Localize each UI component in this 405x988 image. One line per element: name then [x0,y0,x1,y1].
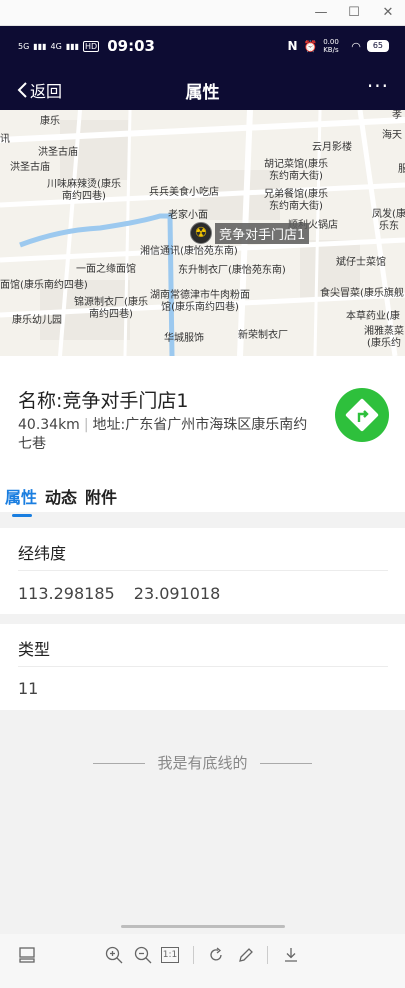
map-label: 斌仔士菜馆 [336,257,386,268]
actual-size-button[interactable]: 1:1 [161,947,179,963]
tab-properties[interactable]: 属性 [5,484,37,508]
clock: 09:03 [107,37,155,55]
map-label: 东升制衣厂(康怡苑东南) [178,265,286,276]
divider [193,946,194,964]
directions-icon [345,398,379,432]
tab-attachments[interactable]: 附件 [85,484,117,508]
download-icon[interactable] [280,944,302,966]
divider: | [83,417,89,433]
property-value: 11 [18,679,39,698]
navigate-button[interactable] [335,388,389,442]
horizontal-scrollbar[interactable] [121,925,285,928]
signal-4g-label: 4G [50,41,62,51]
pin-label[interactable]: 竞争对手门店1 [215,223,310,244]
map-label: 湘信通讯(康怡苑东南) [140,246,238,257]
window-title-bar: — ☐ ✕ [0,0,405,26]
divider [267,946,268,964]
property-title: 类型 [18,640,51,659]
map-label: 兄弟餐馆(康乐东约南大街) [264,189,328,212]
map-label: 云月影楼 [312,142,352,153]
layout-icon[interactable] [16,944,38,966]
property-value: 113.298185 23.091018 [18,584,221,603]
viewer-toolbar: 1:1 [0,934,405,988]
property-coordinates: 经纬度 113.298185 23.091018 [0,528,405,614]
end-of-list-text: 我是有底线的 [0,752,405,773]
signal-bars-icon: ▮▮▮ [65,41,80,51]
signal-5g-label: 5G [18,41,30,51]
chevron-left-icon [17,82,27,98]
poi-name: 名称:竞争对手门店1 [18,390,189,412]
close-icon[interactable]: ✕ [377,4,399,22]
back-label: 返回 [30,82,63,101]
map-label: 锦源制衣厂(康乐南约四巷) [74,297,148,320]
map-label: 海天 [382,130,402,141]
zoom-out-icon[interactable] [132,944,154,966]
nfc-icon: N [287,39,298,53]
divider [18,666,388,667]
poi-info-card: 名称:竞争对手门店1 40.34km | 地址:广东省广州市海珠区康乐南约七巷 属性… [0,356,405,517]
tab-activity[interactable]: 动态 [45,484,77,508]
poi-meta: 40.34km | 地址:广东省广州市海珠区康乐南约七巷 [18,416,318,454]
map-label: 面馆(康乐南约四巷) [0,280,88,291]
navigation-bar: 返回 属性 ··· [0,68,405,110]
map-label: 胡记菜馆(康乐东约南大街) [264,159,328,182]
battery-indicator: 65 [366,40,389,52]
divider [18,570,388,571]
property-title: 经纬度 [18,544,67,563]
wifi-icon: ◠ [351,39,361,53]
map-view[interactable]: 康乐 洪圣古庙 洪圣古庙 云月影楼 胡记菜馆(康乐东约南大街) 川味麻辣烫(康乐… [0,110,405,356]
map-label: 凤发(康乐东 [372,209,405,232]
map-label: 湖南常德津市牛肉粉面馆(康乐南约四巷) [150,290,250,313]
network-speed: 0.00 KB/s [323,38,339,54]
alarm-icon: ⏰ [303,39,318,53]
rotate-icon[interactable] [205,944,227,966]
radiation-marker-icon[interactable]: ☢ [190,222,212,244]
map-label: 洪圣古庙 [38,147,78,158]
poi-distance: 40.34km [18,417,80,433]
zoom-in-icon[interactable] [103,944,125,966]
map-label: 康乐 [40,116,60,127]
property-type: 类型 11 [0,624,405,710]
edit-pencil-icon[interactable] [235,944,257,966]
active-tab-indicator [12,514,32,517]
map-label: 华城服饰 [164,333,204,344]
more-options-icon[interactable]: ··· [367,74,389,98]
maximize-icon[interactable]: ☐ [343,4,365,22]
map-label: 本草药业(康 [346,311,400,322]
map-label: 服 [398,164,405,175]
map-label: 兵兵美食小吃店 [149,187,219,198]
map-label: 孝 [392,110,402,121]
map-label: 食尖冒菜(康乐旗舰 [320,288,404,299]
tab-bar: 属性 动态 附件 [0,484,117,508]
map-label: 讯 [0,134,10,145]
map-label: 洪圣古庙 [10,162,50,173]
map-label: 老家小面 [168,210,208,221]
map-label: 新荣制衣厂 [238,330,288,341]
status-bar: 5G ▮▮▮ 4G ▮▮▮ HD 09:03 N ⏰ 0.00 KB/s ◠ 6… [0,26,405,68]
map-label: 一面之缘面馆 [76,264,136,275]
signal-bars-icon: ▮▮▮ [33,41,47,51]
hd-badge: HD [83,40,100,52]
map-label: 康乐幼儿园 [12,315,62,326]
minimize-icon[interactable]: — [310,4,332,22]
map-label: 湘雅蒸菜(康乐约 [364,326,404,349]
map-label: 川味麻辣烫(康乐南约四巷) [47,179,121,202]
back-button[interactable]: 返回 [16,78,62,102]
